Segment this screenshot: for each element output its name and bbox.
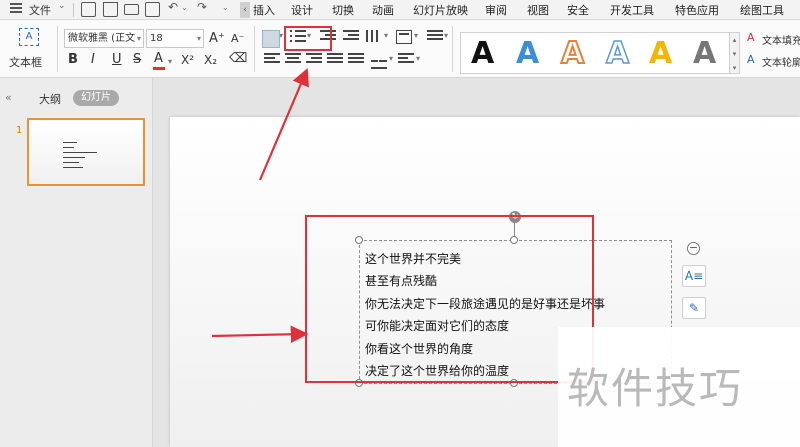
shrink-font-button[interactable]: A⁻ — [231, 31, 244, 47]
tab-insert[interactable]: 插入 — [253, 2, 275, 18]
grow-font-button[interactable]: A⁺ — [209, 31, 225, 47]
align-right-icon[interactable] — [306, 53, 322, 67]
chevron-down-icon: ▾ — [136, 34, 141, 43]
divider — [254, 26, 255, 72]
redo-icon[interactable]: ↷ — [197, 0, 207, 14]
font-name-value: 微软雅黑 (正文 — [68, 33, 136, 44]
print-preview-icon[interactable] — [145, 2, 160, 17]
title-tab-bar: 文件 ⌄ ↶ ⌄ ↷ ⌄ ‹ 插入 设计 切换 动画 幻灯片放映 审阅 视图 安… — [0, 0, 800, 20]
textbox-icon: A — [19, 28, 39, 46]
font-size-select[interactable]: 18 ▾ — [146, 29, 204, 48]
text-fill-icon[interactable]: A — [747, 32, 759, 44]
superscript-button[interactable]: X² — [181, 52, 194, 68]
wordart-style-blue-outline[interactable]: A — [605, 35, 630, 73]
thumbnail-text-line — [63, 167, 83, 168]
wordart-style-gold[interactable]: A — [649, 35, 672, 73]
divider — [57, 26, 58, 72]
save-icon[interactable] — [81, 2, 96, 17]
textbox-label: 文本框 — [9, 56, 42, 69]
font-name-select[interactable]: 微软雅黑 (正文 ▾ — [64, 29, 144, 48]
justify-icon[interactable] — [327, 53, 343, 67]
tab-drawing-tools[interactable]: 绘图工具 — [740, 2, 784, 18]
ribbon: A 文本框 微软雅黑 (正文 ▾ 18 ▾ A⁺ A⁻ B I U S A ▾ … — [0, 20, 800, 78]
chevron-down-icon[interactable]: ▾ — [168, 57, 172, 66]
tab-review[interactable]: 审阅 — [485, 2, 507, 18]
slide-number: 1 — [16, 125, 23, 136]
tab-security[interactable]: 安全 — [567, 2, 589, 18]
text-outline-label[interactable]: 文本轮廓 — [762, 54, 800, 69]
text-align-vertical-icon[interactable] — [398, 53, 414, 67]
watermark-text: 软件技巧 — [567, 364, 744, 413]
undo-caret-icon[interactable]: ⌄ — [181, 3, 188, 12]
chevron-down-icon[interactable]: ▾ — [444, 31, 448, 40]
font-size-value: 18 — [150, 33, 163, 44]
wordart-style-blue[interactable]: A — [516, 35, 539, 73]
italic-button[interactable]: I — [91, 52, 95, 68]
clear-format-icon[interactable]: ⌫ — [229, 51, 247, 67]
slides-sidebar: « 大纲 幻灯片 1 — [0, 78, 153, 447]
collapse-icon[interactable]: − — [687, 242, 700, 255]
print-icon[interactable] — [124, 4, 139, 15]
align-text-icon[interactable] — [396, 30, 412, 44]
file-caret-icon[interactable]: ⌄ — [58, 1, 66, 11]
bold-button[interactable]: B — [68, 52, 78, 68]
customize-caret-icon[interactable]: ⌄ — [222, 3, 229, 12]
strikethrough-button[interactable]: S — [133, 52, 141, 68]
underline-button[interactable]: U — [112, 52, 122, 68]
chevron-down-icon[interactable]: ▾ — [389, 54, 393, 63]
text-outline-icon[interactable]: A — [747, 54, 759, 66]
thumbnail-text-line — [63, 147, 74, 148]
highlight-box — [284, 26, 332, 51]
tab-animations[interactable]: 动画 — [372, 2, 394, 18]
thumbnail-text-line — [63, 142, 77, 143]
text-direction-icon[interactable] — [366, 30, 382, 44]
thumbnail-text-line — [63, 162, 79, 163]
tab-scroll-left-icon[interactable]: ‹ — [240, 2, 250, 18]
chevron-down-icon[interactable]: ▾ — [416, 54, 420, 63]
textbox-button[interactable]: A 文本框 — [9, 28, 51, 72]
align-left-icon[interactable] — [264, 53, 280, 67]
tab-view[interactable]: 视图 — [527, 2, 549, 18]
tab-outline[interactable]: 大纲 — [39, 91, 61, 107]
thumbnail-text-line — [63, 157, 85, 158]
divider — [73, 3, 74, 17]
align-left-active-bg — [262, 30, 280, 48]
thumbnail-text-line — [63, 152, 97, 153]
chevron-down-icon: ▾ — [196, 34, 201, 43]
tab-slideshow[interactable]: 幻灯片放映 — [413, 2, 468, 18]
font-color-button[interactable]: A — [154, 51, 163, 67]
text-format-icon[interactable]: A≡ — [682, 265, 706, 287]
gallery-scroll-button[interactable]: ▴ ▾ ▾ — [729, 32, 740, 74]
subscript-button[interactable]: X₂ — [204, 52, 217, 68]
tab-special-apps[interactable]: 特色应用 — [675, 2, 719, 18]
increase-indent-icon[interactable] — [343, 30, 359, 44]
file-menu[interactable]: 文件 — [29, 2, 51, 18]
tab-developer[interactable]: 开发工具 — [610, 2, 654, 18]
columns-icon[interactable] — [371, 53, 387, 69]
tab-slides[interactable]: 幻灯片 — [73, 90, 119, 106]
pen-icon[interactable]: ✎ — [682, 297, 706, 319]
collapse-sidebar-icon[interactable]: « — [5, 91, 12, 104]
tab-transitions[interactable]: 切换 — [332, 2, 354, 18]
wordart-style-gray[interactable]: A — [693, 35, 716, 73]
chevron-down-icon[interactable]: ▾ — [414, 31, 418, 40]
undo-icon[interactable]: ↶ — [168, 0, 178, 14]
line-spacing-icon[interactable] — [427, 30, 443, 44]
chevron-down-icon[interactable]: ▾ — [384, 31, 388, 40]
wordart-gallery[interactable]: A A A A A A — [460, 32, 740, 74]
slide-thumbnail[interactable] — [27, 118, 145, 186]
highlight-box — [305, 215, 594, 383]
text-fill-label[interactable]: 文本填充 — [762, 32, 800, 47]
export-icon[interactable] — [103, 2, 118, 17]
menu-icon[interactable] — [10, 3, 22, 15]
tab-design[interactable]: 设计 — [291, 2, 313, 18]
divider — [452, 26, 453, 72]
wordart-style-orange-outline[interactable]: A — [560, 35, 585, 73]
distribute-icon[interactable] — [348, 53, 364, 67]
font-color-swatch — [153, 67, 165, 70]
align-center-icon[interactable] — [285, 53, 301, 67]
wordart-style-black[interactable]: A — [471, 35, 494, 73]
